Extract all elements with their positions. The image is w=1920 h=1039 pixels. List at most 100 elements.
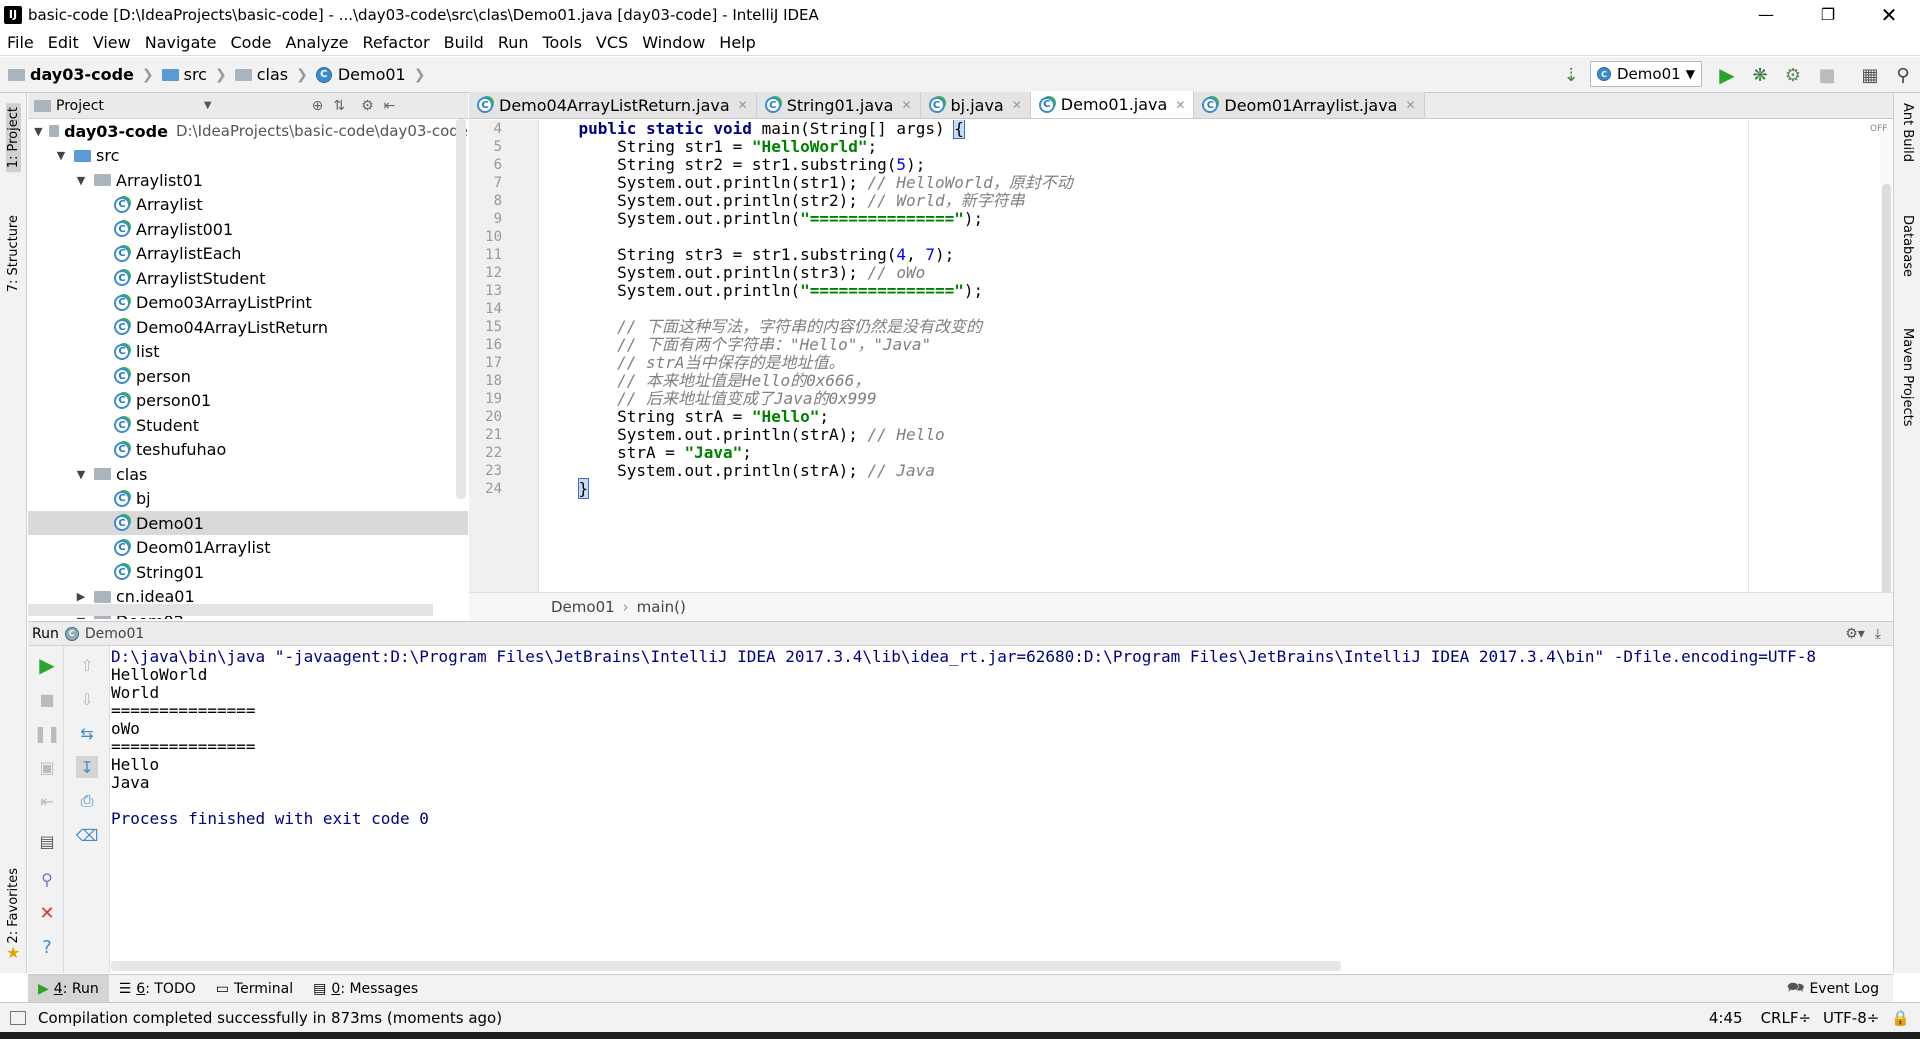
menu-window[interactable]: Window [642,33,705,52]
expand-arrow-icon[interactable]: ▼ [74,468,88,481]
event-log-tab[interactable]: 🗪 Event Log [1787,977,1879,1001]
code-line[interactable]: // strA当中保存的是地址值。 [540,354,844,372]
code-line[interactable]: // 后来地址值变成了Java的0x999 [540,390,877,408]
menu-navigate[interactable]: Navigate [145,33,217,52]
close-tab-icon[interactable]: ✕ [1012,98,1022,112]
code-line[interactable]: String str2 = str1.substring(5); [540,156,925,174]
project-tool-tab[interactable]: 1: Project [6,103,21,173]
tree-item[interactable]: C Demo01 [28,511,468,535]
restore-icon[interactable]: ❐ [1805,0,1851,29]
code-line[interactable]: String str1 = "HelloWorld"; [540,138,877,156]
breadcrumb-src[interactable]: src ❯ [161,65,227,84]
code-line[interactable]: // 下面这种写法，字符串的内容仍然是没有改变的 [540,318,982,336]
tree-item[interactable]: Cteshufuhao [28,438,468,462]
editor-scrollbar-thumb[interactable] [1882,184,1891,618]
menu-view[interactable]: View [93,33,131,52]
favorites-tool-tab[interactable]: 2: Favorites [6,868,21,944]
database-tool-tab[interactable]: Database [1900,215,1915,277]
code-line[interactable]: System.out.println(str1); // HelloWorld，… [540,174,1073,192]
maven-tool-tab[interactable]: Maven Projects [1900,328,1915,427]
expand-arrow-icon[interactable]: ▼ [34,125,43,138]
tab-string01[interactable]: C String01.java ✕ [756,92,921,118]
settings-gear-icon[interactable]: ⚙ [361,98,374,114]
menu-build[interactable]: Build [444,33,484,52]
tree-item[interactable]: Cbj [28,487,468,511]
close-tab-icon[interactable]: ✕ [738,98,748,112]
tree-item[interactable]: Cperson01 [28,389,468,413]
close-tab-icon[interactable]: ✕ [901,98,911,112]
tree-item[interactable]: ▼ src [28,144,468,168]
tree-item[interactable]: C String01 [28,560,468,584]
tab-bj[interactable]: Cbj.java ✕ [920,92,1031,118]
breadcrumb-class[interactable]: C Demo01 ❯ [315,65,425,84]
tree-item[interactable]: C Student [28,413,468,437]
breadcrumb-clas[interactable]: clas ❯ [234,65,308,84]
menu-analyze[interactable]: Analyze [285,33,348,52]
view-mode-chevron-icon[interactable]: ▼ [204,100,212,111]
code-line[interactable]: public static void main(String[] args) { [540,120,965,139]
collapse-all-icon[interactable]: ⇅ [333,98,345,114]
console-output[interactable]: D:\java\bin\java "-javaagent:D:\Program … [111,646,1893,961]
close-run-icon[interactable]: ✕ [36,902,58,924]
menu-help[interactable]: Help [719,33,755,52]
tree-item[interactable]: C Demo03ArrayListPrint [28,291,468,315]
up-arrow-icon[interactable]: ⇧ [76,654,98,676]
expand-arrow-icon[interactable]: ▼ [54,149,68,162]
pause-icon[interactable]: ❚❚ [34,722,61,744]
lock-icon[interactable]: 🔒 [1891,1009,1910,1027]
scroll-to-end-icon[interactable]: ↧ [76,756,98,778]
collapse-arrow-icon[interactable]: ▶ [74,590,88,603]
code-line[interactable]: System.out.println(strA); // Hello [540,426,945,444]
code-line[interactable]: String str3 = str1.substring(4, 7); [540,246,954,264]
code-line[interactable]: System.out.println(strA); // Java [540,462,935,480]
tree-root[interactable]: ▼ day03-code D:\IdeaProjects\basic-code\… [28,119,468,143]
pin-icon[interactable]: ⚲ [36,868,58,890]
build-arrow-icon[interactable]: ⇣ [1558,62,1584,88]
code-line[interactable]: System.out.println("==============="); [540,210,983,228]
code-line[interactable]: System.out.println("==============="); [540,282,983,300]
menu-vcs[interactable]: VCS [596,33,628,52]
menu-tools[interactable]: Tools [543,33,582,52]
help-icon[interactable]: ? [36,936,58,958]
bottom-tab-terminal[interactable]: ▭ Terminal [206,975,303,1003]
breadcrumb-project[interactable]: day03-code ❯ [8,65,154,84]
tool-windows-icon[interactable] [10,1010,26,1025]
exit-icon[interactable]: ⇤ [36,790,58,812]
ant-build-tool-tab[interactable]: Ant Build [1900,103,1915,162]
hide-panel-icon[interactable]: ⇤ [384,98,396,114]
code-line[interactable]: } [540,478,590,499]
clear-all-icon[interactable]: ⌫ [76,824,99,846]
search-icon[interactable]: ⚲ [1890,62,1916,88]
run-config-select[interactable]: C Demo01 ▼ [1590,61,1702,87]
expand-arrow-icon[interactable]: ▼ [74,174,88,187]
structure-tool-tab[interactable]: 7: Structure [6,215,21,292]
menu-refactor[interactable]: Refactor [363,33,430,52]
menu-code[interactable]: Code [231,33,272,52]
tree-item[interactable]: C Demo04ArrayListReturn [28,315,468,339]
tree-item[interactable]: C Deom01Arraylist [28,536,468,560]
tree-item[interactable]: C ArraylistStudent [28,266,468,290]
stop-icon[interactable]: ■ [1814,62,1840,88]
tab-demo01[interactable]: C Demo01.java ✕ [1030,91,1195,118]
file-encoding[interactable]: UTF-8÷ [1823,1009,1879,1027]
run-icon[interactable]: ▶ [1714,62,1740,88]
tree-vscrollbar[interactable] [456,119,466,499]
line-separator[interactable]: CRLF÷ [1761,1009,1811,1027]
editor-breadcrumb-class[interactable]: Demo01 [551,598,615,616]
console-hscrollbar[interactable] [111,961,1341,971]
minimize-icon[interactable]: — [1743,0,1789,29]
print-icon[interactable]: ⎙ [76,790,98,812]
tab-demo04arraylistreturn[interactable]: C Demo04ArrayListReturn.java ✕ [469,92,757,118]
close-tab-icon[interactable]: ✕ [1405,98,1415,112]
menu-file[interactable]: File [7,33,34,52]
tree-scrollbar[interactable] [28,604,433,616]
code-line[interactable]: String strA = "Hello"; [540,408,829,426]
menu-edit[interactable]: Edit [48,33,79,52]
tree-item[interactable]: C ArraylistEach [28,242,468,266]
locate-icon[interactable]: ⊕ [312,98,324,114]
code-line[interactable]: System.out.println(str2); // World，新字符串 [540,192,1025,210]
layout-icon[interactable]: ▤ [36,830,58,852]
down-arrow-icon[interactable]: ⇩ [76,688,98,710]
bottom-tab-run[interactable]: ▶ 4: Run [28,974,109,1003]
close-tab-icon[interactable]: ✕ [1175,98,1185,112]
